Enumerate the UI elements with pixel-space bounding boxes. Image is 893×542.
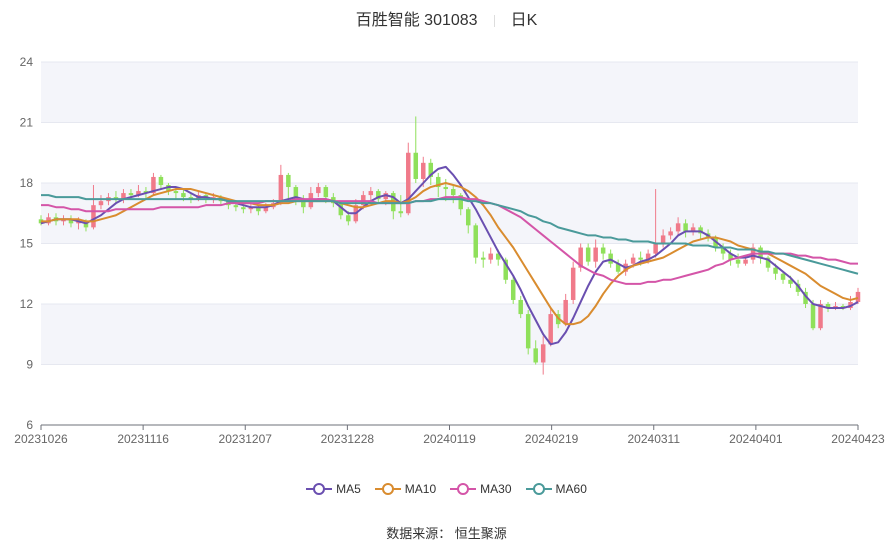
candle-body <box>278 174 284 204</box>
candle <box>818 299 823 331</box>
legend: MA5 MA10 MA30 MA60 <box>0 482 893 496</box>
legend-marker-icon <box>450 483 477 495</box>
grid-band <box>41 122 858 183</box>
data-source: 数据来源： 恒生聚源 <box>386 526 507 541</box>
candle-body <box>241 207 246 210</box>
candle-body <box>743 259 748 264</box>
candle-body <box>563 299 568 325</box>
candle-body <box>450 189 456 196</box>
legend-item-ma30[interactable]: MA30 <box>450 482 512 496</box>
candle-body <box>181 193 186 198</box>
candle-body <box>128 193 134 196</box>
grid-band <box>41 304 858 365</box>
candle <box>570 261 576 304</box>
kline-chart[interactable]: 691215182124 20231026 20231116 20231207 202… <box>0 0 893 480</box>
candle-body <box>510 279 516 300</box>
candle-body <box>173 191 179 194</box>
candle-body <box>585 247 591 262</box>
candle-body <box>638 257 643 260</box>
candle-body <box>473 225 478 258</box>
legend-marker-icon <box>306 483 333 495</box>
grid-band <box>41 364 858 425</box>
candle-body <box>465 209 471 226</box>
grid-band <box>41 62 858 123</box>
candle-body <box>480 257 486 260</box>
candle-body <box>346 215 351 222</box>
candle-body <box>91 205 96 228</box>
y-tick-label: 21 <box>20 116 34 130</box>
candle-body <box>818 304 823 329</box>
candle-body <box>525 314 531 349</box>
candle-body <box>443 187 449 190</box>
candle-body <box>158 176 164 186</box>
candle-body <box>600 247 606 254</box>
candle-body <box>675 223 681 232</box>
candle-body <box>98 201 104 206</box>
candle <box>525 310 531 355</box>
candle-body <box>518 299 523 315</box>
candle <box>406 142 411 216</box>
legend-item-ma60[interactable]: MA60 <box>525 482 587 496</box>
y-tick-label: 6 <box>26 418 33 432</box>
candle-body <box>593 247 598 262</box>
candle-body <box>780 273 786 280</box>
candle-body <box>233 205 239 208</box>
candle-body <box>316 187 321 194</box>
x-axis: 20231026 20231116 20231207 20231228 20240119… <box>14 424 885 446</box>
x-tick-label: 20240119 <box>423 432 476 446</box>
x-tick-label: 20231026 <box>14 432 68 446</box>
candle-body <box>630 257 636 264</box>
x-tick-label: 20231207 <box>219 432 273 446</box>
candle-body <box>533 348 538 363</box>
legend-label: MA30 <box>480 482 512 496</box>
candle-body <box>286 174 291 188</box>
x-tick-label: 20240311 <box>628 432 681 446</box>
grid-band <box>41 243 858 304</box>
candle-body <box>608 253 613 264</box>
candle-body <box>406 152 411 214</box>
candle-body <box>323 187 329 198</box>
candle-body <box>668 231 673 236</box>
x-tick-label: 20240401 <box>729 432 783 446</box>
candle-body <box>421 162 426 179</box>
x-tick-label: 20240423 <box>831 432 885 446</box>
candle-body <box>488 253 493 260</box>
legend-label: MA60 <box>555 482 587 496</box>
legend-marker-icon <box>525 483 552 495</box>
candle-body <box>368 191 374 196</box>
x-tick-label: 20231228 <box>321 432 375 446</box>
legend-label: MA10 <box>404 482 437 496</box>
legend-item-ma5[interactable]: MA5 <box>306 482 361 496</box>
candle-body <box>653 243 658 254</box>
candle-body <box>540 344 546 363</box>
candle-body <box>660 235 666 244</box>
candle-body <box>683 223 688 232</box>
candle-body <box>413 152 419 179</box>
candle-body <box>398 211 404 214</box>
y-tick-label: 24 <box>20 55 34 69</box>
candle-body <box>570 267 576 300</box>
candle-body <box>855 291 861 302</box>
candle-body <box>810 304 816 329</box>
x-tick-label: 20240219 <box>525 432 579 446</box>
legend-item-ma10[interactable]: MA10 <box>374 482 437 496</box>
candle-body <box>735 259 741 264</box>
y-tick-label: 12 <box>20 297 34 311</box>
y-axis: 6 9 12 15 18 21 24 <box>20 55 34 432</box>
legend-marker-icon <box>374 483 401 495</box>
y-tick-label: 18 <box>20 176 34 190</box>
candle-body <box>548 314 553 345</box>
legend-label: MA5 <box>336 482 361 496</box>
y-tick-label: 9 <box>26 358 33 372</box>
y-tick-label: 15 <box>20 237 34 251</box>
candle-body <box>773 267 778 274</box>
candle <box>473 223 478 264</box>
x-tick-label: 20231116 <box>117 432 169 446</box>
